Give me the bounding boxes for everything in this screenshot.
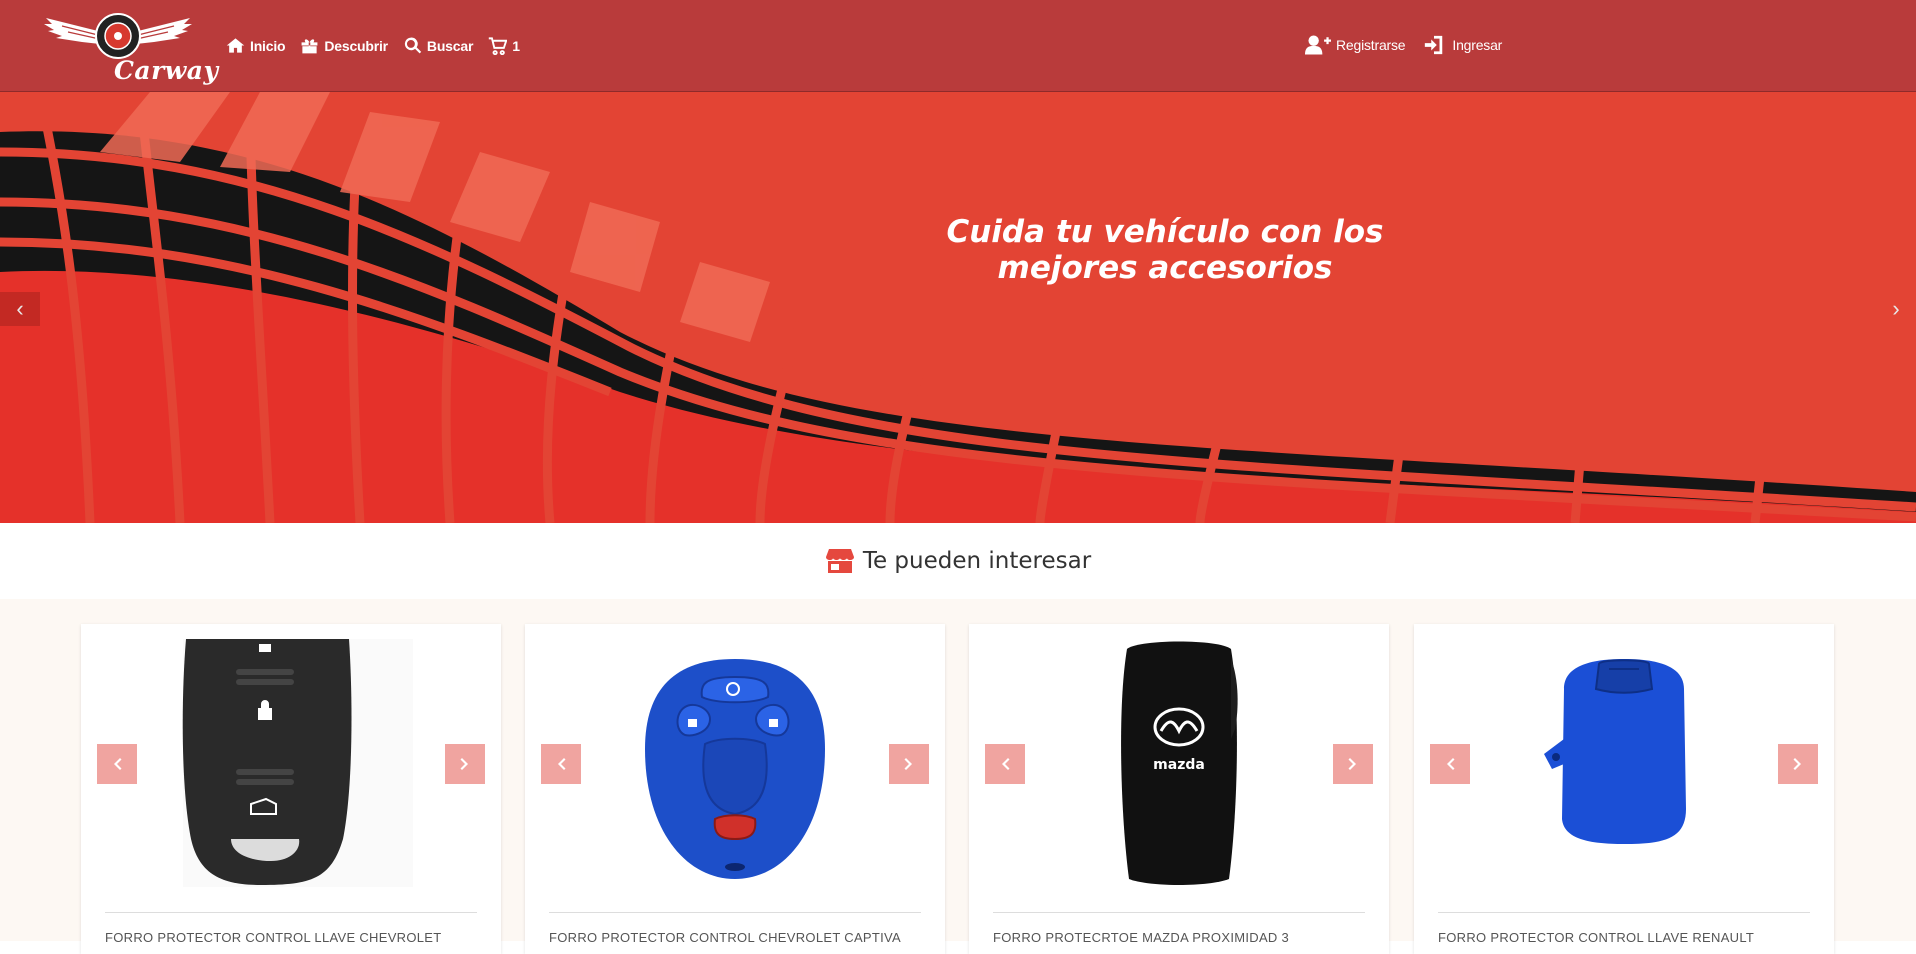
chevron-left-icon — [1447, 758, 1455, 770]
sign-in-icon — [1425, 35, 1443, 55]
product-prev-button[interactable] — [97, 744, 137, 784]
card-divider — [105, 912, 477, 913]
chevron-right-icon — [1793, 758, 1801, 770]
register-label: Registrarse — [1336, 37, 1406, 53]
chevron-right-icon — [904, 758, 912, 770]
product-prev-button[interactable] — [985, 744, 1025, 784]
nav-item-inicio[interactable]: Inicio — [226, 36, 286, 55]
product-next-button[interactable] — [1778, 744, 1818, 784]
hero-next-button[interactable]: › — [1876, 292, 1916, 326]
key-fob-renault-image — [1544, 659, 1686, 844]
product-next-button[interactable] — [445, 744, 485, 784]
nav-item-cart[interactable]: 1 — [488, 36, 520, 55]
nav-item-buscar[interactable]: Buscar — [403, 36, 473, 55]
card-divider — [993, 912, 1365, 913]
chevron-left-icon — [1002, 758, 1010, 770]
product-card[interactable]: FORRO PROTECTOR CONTROL LLAVE RENAULT — [1414, 624, 1834, 954]
product-image — [1414, 639, 1834, 887]
hero-caption: Cuida tu vehículo con los mejores acceso… — [946, 214, 1384, 286]
account-nav: Registrarse Ingresar — [1305, 34, 1502, 56]
product-image: mazda — [969, 639, 1389, 887]
store-icon — [825, 549, 854, 573]
product-name[interactable]: FORRO PROTECTOR CONTROL LLAVE RENAULT — [1438, 930, 1810, 945]
hero-prev-button[interactable]: ‹ — [0, 292, 40, 326]
product-card[interactable]: FORRO PROTECTOR CONTROL LLAVE CHEVROLET — [81, 624, 501, 954]
top-navbar: Carway Inicio Descubrir Buscar 1 Registr… — [0, 0, 1916, 92]
chevron-left-icon — [114, 758, 122, 770]
register-link[interactable]: Registrarse — [1305, 34, 1406, 56]
product-image — [81, 639, 501, 887]
user-plus-icon — [1305, 35, 1331, 55]
product-image — [525, 639, 945, 887]
product-name[interactable]: FORRO PROTECTOR CONTROL LLAVE CHEVROLET — [105, 930, 477, 945]
login-label: Ingresar — [1452, 37, 1503, 53]
product-card[interactable]: FORRO PROTECTOR CONTROL CHEVROLET CAPTIV… — [525, 624, 945, 954]
section-title: Te pueden interesar — [862, 548, 1092, 574]
main-nav: Inicio Descubrir Buscar 1 — [226, 36, 520, 55]
product-prev-button[interactable] — [1430, 744, 1470, 784]
product-card[interactable]: mazda FORRO PROTECRTOE MAZDA PROXIMIDAD … — [969, 624, 1389, 954]
hero-pattern — [0, 92, 1916, 523]
product-name[interactable]: FORRO PROTECTOR CONTROL CHEVROLET CAPTIV… — [549, 930, 921, 945]
search-icon — [404, 37, 422, 54]
chevron-left-icon: ‹ — [16, 296, 24, 321]
card-divider — [1438, 912, 1810, 913]
chevron-right-icon — [460, 758, 468, 770]
home-icon — [226, 38, 245, 53]
product-next-button[interactable] — [1333, 744, 1373, 784]
nav-item-label: Descubrir — [324, 37, 388, 54]
chevron-right-icon — [1348, 758, 1356, 770]
gift-icon — [301, 39, 318, 54]
chevron-left-icon — [558, 758, 566, 770]
product-prev-button[interactable] — [541, 744, 581, 784]
key-fob-captiva-image — [645, 659, 825, 879]
product-name[interactable]: FORRO PROTECRTOE MAZDA PROXIMIDAD 3 — [993, 930, 1365, 945]
brand-name: Carway — [114, 56, 219, 85]
hero-banner: Cuida tu vehículo con los mejores acceso… — [0, 92, 1916, 523]
key-fob-chevrolet-image — [182, 639, 413, 887]
cart-icon — [488, 37, 508, 55]
products-grid: FORRO PROTECTOR CONTROL LLAVE CHEVROLET — [0, 599, 1916, 954]
nav-item-descubrir[interactable]: Descubrir — [300, 36, 388, 55]
section-header: Te pueden interesar — [0, 523, 1916, 599]
product-next-button[interactable] — [889, 744, 929, 784]
key-fob-mazda-image: mazda — [1121, 641, 1238, 885]
chevron-right-icon: › — [1892, 296, 1900, 321]
nav-item-label: Buscar — [426, 37, 474, 54]
brand-logo[interactable]: Carway — [42, 8, 218, 86]
card-divider — [549, 912, 921, 913]
nav-item-label: Inicio — [250, 37, 286, 54]
cart-count: 1 — [512, 37, 520, 54]
svg-text:mazda: mazda — [1153, 757, 1205, 773]
login-link[interactable]: Ingresar — [1421, 34, 1502, 56]
